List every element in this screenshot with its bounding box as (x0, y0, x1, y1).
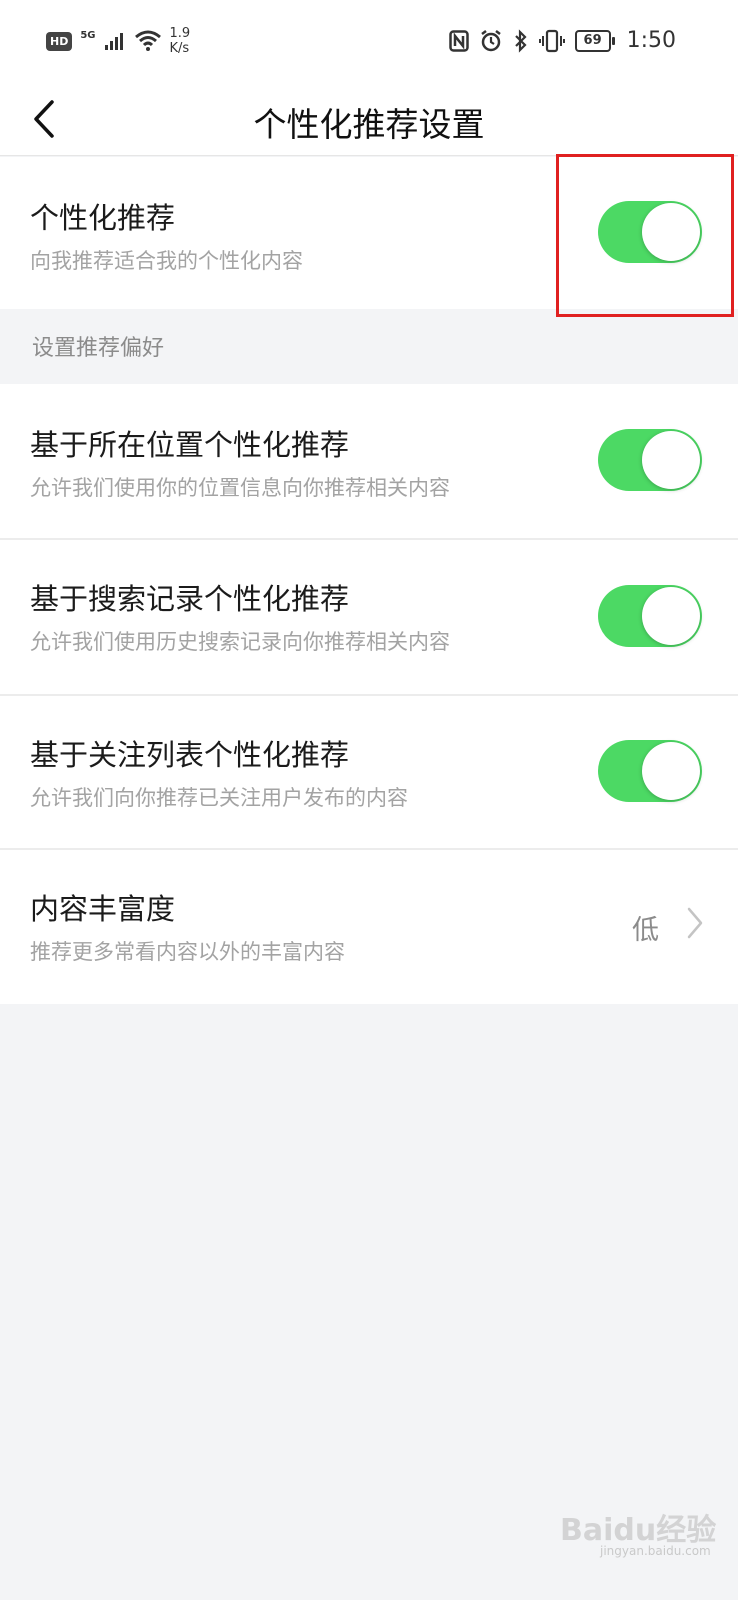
page-title: 个性化推荐设置 (253, 105, 485, 144)
location-recommendation-toggle[interactable] (598, 429, 702, 491)
chevron-right-icon (687, 907, 703, 939)
vibrate-icon (538, 29, 565, 52)
content-richness-row[interactable]: 内容丰富度 推荐更多常看内容以外的丰富内容 (0, 850, 738, 1004)
nfc-icon (448, 29, 469, 52)
navigation-bar: 个性化推荐设置 (0, 84, 738, 156)
row-subtitle: 允许我们向你推荐已关注用户发布的内容 (30, 786, 408, 810)
toggle-knob (642, 587, 700, 645)
personalized-recommendation-row: 个性化推荐 向我推荐适合我的个性化内容 (0, 157, 738, 309)
row-subtitle: 允许我们使用你的位置信息向你推荐相关内容 (30, 476, 450, 500)
search-history-recommendation-row: 基于搜索记录个性化推荐 允许我们使用历史搜索记录向你推荐相关内容 (0, 540, 738, 694)
wifi-icon (134, 30, 161, 51)
baidu-watermark: Baidu经验 (560, 1513, 717, 1548)
search-history-recommendation-toggle[interactable] (598, 585, 702, 647)
network-type: 5G (80, 29, 96, 41)
signal-icon (104, 33, 123, 50)
speed-unit: K/s (169, 41, 190, 56)
row-title: 个性化推荐 (30, 201, 176, 235)
status-time: 1:50 (626, 28, 676, 53)
row-subtitle: 向我推荐适合我的个性化内容 (30, 249, 303, 273)
row-title: 基于搜索记录个性化推荐 (30, 582, 350, 616)
watermark-domain: jingyan.baidu.com (600, 1544, 711, 1558)
section-header: 设置推荐偏好 (32, 336, 165, 361)
network-speed: 1.9 K/s (170, 26, 191, 56)
personalized-recommendation-toggle[interactable] (598, 201, 702, 263)
status-bar-right: 69 1:50 (448, 28, 676, 53)
bluetooth-icon (514, 28, 527, 53)
speed-value: 1.9 (169, 26, 191, 41)
row-title: 内容丰富度 (30, 892, 176, 926)
content-richness-value: 低 (632, 915, 659, 946)
toggle-knob (642, 203, 700, 261)
toggle-knob (642, 742, 700, 800)
row-subtitle: 允许我们使用历史搜索记录向你推荐相关内容 (30, 630, 450, 654)
row-title: 基于关注列表个性化推荐 (30, 738, 350, 772)
row-title: 基于所在位置个性化推荐 (30, 428, 350, 462)
follow-list-recommendation-toggle[interactable] (598, 740, 702, 802)
toggle-knob (642, 431, 700, 489)
hd-badge: HD (46, 31, 73, 51)
location-recommendation-row: 基于所在位置个性化推荐 允许我们使用你的位置信息向你推荐相关内容 (0, 384, 738, 538)
follow-list-recommendation-row: 基于关注列表个性化推荐 允许我们向你推荐已关注用户发布的内容 (0, 696, 738, 848)
battery-indicator: 69 (574, 29, 615, 52)
status-bar: HD 5G 1.9 K/s 69 1:50 (0, 0, 738, 84)
alarm-icon (480, 29, 501, 51)
row-subtitle: 推荐更多常看内容以外的丰富内容 (30, 940, 345, 964)
status-bar-left: HD 5G 1.9 K/s (46, 26, 190, 56)
